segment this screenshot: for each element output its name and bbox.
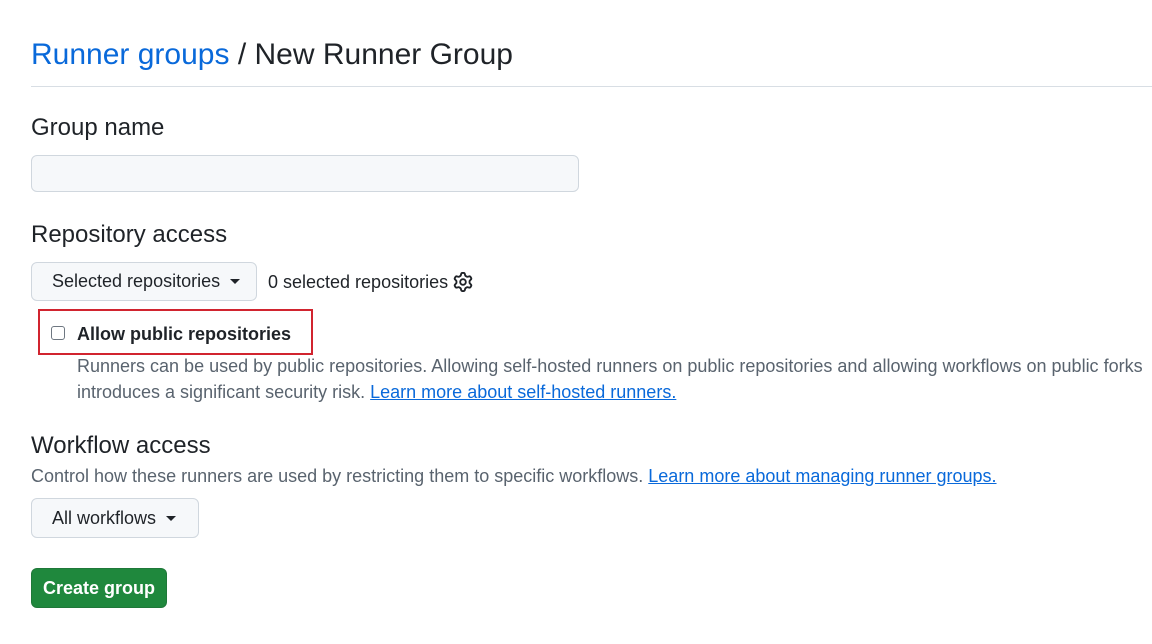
chevron-down-icon: [166, 515, 177, 521]
repository-access-dropdown-label: Selected repositories: [52, 271, 221, 291]
group-name-input[interactable]: [31, 155, 579, 192]
allow-public-label[interactable]: Allow public repositories: [77, 323, 291, 345]
self-hosted-runners-link[interactable]: Learn more about self-hosted runners.: [370, 382, 676, 402]
breadcrumb-runner-groups-link[interactable]: Runner groups: [31, 38, 229, 71]
allow-public-note-line2-wrap: introduces a significant security risk. …: [77, 379, 1137, 405]
selected-repositories-info: 0 selected repositories: [268, 271, 473, 293]
workflow-access-label: Workflow access: [31, 432, 211, 459]
breadcrumb-current: New Runner Group: [254, 38, 513, 71]
workflow-access-description-text: Control how these runners are used by re…: [31, 466, 644, 486]
header-divider: [31, 86, 1152, 87]
workflow-access-dropdown[interactable]: All workflows: [31, 498, 199, 538]
breadcrumb-separator: /: [237, 38, 247, 71]
workflow-access-description: Control how these runners are used by re…: [31, 464, 997, 488]
allow-public-checkbox[interactable]: [51, 326, 65, 340]
new-runner-group-page: Runner groups / New Runner Group Group n…: [0, 0, 1152, 644]
repository-access-dropdown[interactable]: Selected repositories: [31, 262, 257, 301]
managing-runner-groups-link[interactable]: Learn more about managing runner groups.: [648, 466, 996, 486]
allow-public-note-line2: introduces a significant security risk.: [77, 382, 366, 402]
page-title: Runner groups / New Runner Group: [31, 36, 513, 74]
create-group-button[interactable]: Create group: [31, 568, 167, 608]
allow-public-note-line1: Runners can be used by public repositori…: [77, 356, 1143, 376]
repository-access-label: Repository access: [31, 221, 228, 248]
gear-icon[interactable]: [453, 272, 473, 292]
workflow-access-dropdown-label: All workflows: [52, 507, 157, 528]
selected-repositories-count: 0 selected repositories: [268, 272, 449, 292]
chevron-down-icon: [230, 279, 241, 284]
group-name-label: Group name: [31, 114, 165, 141]
allow-public-note: Runners can be used by public repositori…: [77, 353, 1143, 405]
